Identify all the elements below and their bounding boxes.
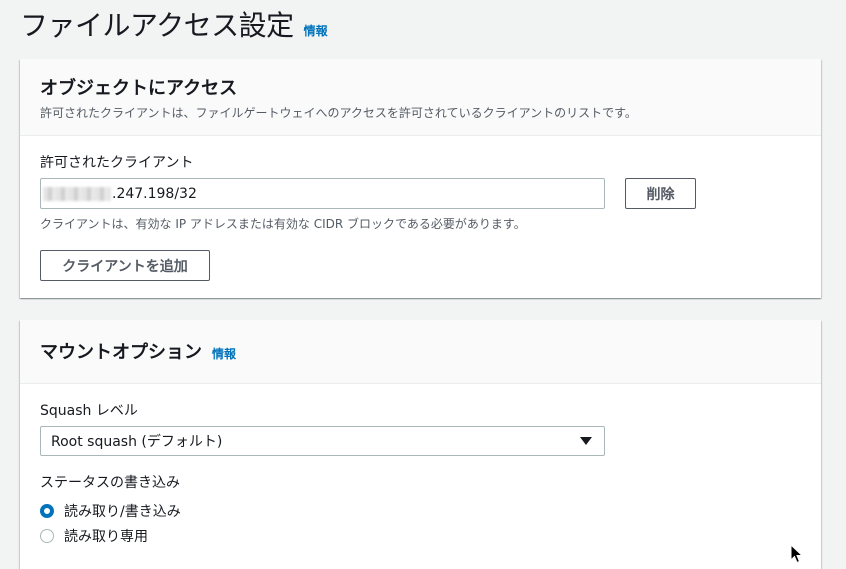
allowed-clients-label: 許可されたクライアント	[40, 155, 194, 171]
mount-options-title: マウントオプション	[40, 342, 202, 363]
object-access-panel: オブジェクトにアクセス 許可されたクライアントは、ファイルゲートウェイへのアクセ…	[20, 59, 821, 298]
mouse-cursor-icon	[790, 544, 804, 564]
page-title: ファイルアクセス設定	[20, 9, 294, 42]
object-access-title: オブジェクトにアクセス	[40, 78, 238, 99]
squash-level-label: Squash レベル	[40, 403, 138, 419]
radio-read-write-label: 読み取り/書き込み	[64, 503, 181, 520]
object-access-description: 許可されたクライアントは、ファイルゲートウェイへのアクセスを許可されているクライ…	[40, 106, 637, 120]
object-access-header: オブジェクトにアクセス 許可されたクライアントは、ファイルゲートウェイへのアクセ…	[20, 59, 821, 136]
write-status-group: ステータスの書き込み 読み取り/書き込み 読み取り専用	[40, 472, 801, 548]
mount-options-body: Squash レベル Root squash (デフォルト) ステータスの書き込…	[20, 384, 821, 564]
mount-options-info-link[interactable]: 情報	[212, 345, 236, 362]
client-input[interactable]: .247.198/32	[40, 178, 605, 209]
mount-options-panel: マウントオプション 情報 Squash レベル Root squash (デフォ…	[20, 320, 821, 569]
delete-client-button[interactable]: 削除	[625, 178, 696, 209]
add-client-button[interactable]: クライアントを追加	[40, 250, 210, 281]
radio-read-write[interactable]: 読み取り/書き込み	[40, 498, 801, 523]
radio-read-only-indicator[interactable]	[40, 528, 54, 543]
page-info-link[interactable]: 情報	[304, 22, 328, 39]
object-access-body: 許可されたクライアント .247.198/32 削除 クライアントは、有効な I…	[20, 136, 821, 297]
squash-level-value: Root squash (デフォルト)	[51, 434, 223, 450]
client-hint: クライアントは、有効な IP アドレスまたは有効な CIDR ブロックである必要…	[40, 217, 526, 231]
radio-read-write-indicator[interactable]	[40, 503, 54, 518]
radio-read-only[interactable]: 読み取り専用	[40, 523, 801, 548]
write-status-label: ステータスの書き込み	[40, 475, 180, 491]
page-header: ファイルアクセス設定 情報	[20, 4, 328, 44]
squash-level-select[interactable]: Root squash (デフォルト)	[40, 426, 605, 456]
mount-options-header: マウントオプション 情報	[20, 320, 821, 384]
client-input-value: .247.198/32	[112, 185, 197, 202]
caret-down-icon	[580, 437, 592, 445]
redacted-ip-prefix	[43, 186, 111, 201]
client-row: .247.198/32 削除	[40, 178, 801, 209]
page: ファイルアクセス設定 情報 オブジェクトにアクセス 許可されたクライアントは、フ…	[0, 0, 846, 569]
radio-read-only-label: 読み取り専用	[64, 528, 148, 545]
